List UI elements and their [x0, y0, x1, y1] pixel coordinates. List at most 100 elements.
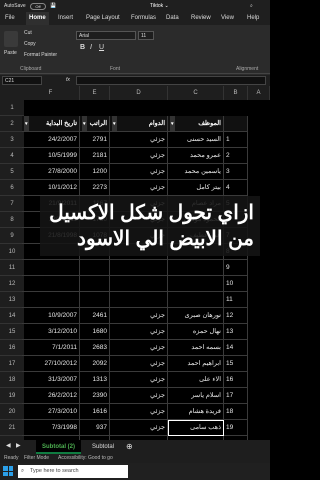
table-cell-name[interactable]: ابراهيم احمد	[168, 356, 224, 372]
table-cell-num[interactable]: 19	[224, 420, 248, 436]
table-cell-name[interactable]: عمرو محمد	[168, 148, 224, 164]
table-cell-date[interactable]: 10/5/1999	[22, 148, 80, 164]
table-cell-name[interactable]: ذهب سامى	[168, 420, 224, 436]
table-cell-shift[interactable]: جزئي	[110, 372, 168, 388]
row-header[interactable]: 9	[0, 228, 24, 244]
table-cell-num[interactable]: 11	[224, 292, 248, 308]
table-cell-salary[interactable]: 1616	[80, 404, 110, 420]
table-cell-shift[interactable]	[110, 276, 168, 292]
table-cell-shift[interactable]: جزئي	[110, 164, 168, 180]
table-header-num[interactable]	[224, 116, 248, 132]
table-cell-name[interactable]	[168, 292, 224, 308]
table-cell-date[interactable]: 27/8/2000	[22, 164, 80, 180]
table-cell-salary[interactable]: 2273	[80, 180, 110, 196]
table-cell-num[interactable]: 10	[224, 276, 248, 292]
table-cell-name[interactable]: بسمه احمد	[168, 340, 224, 356]
column-header-b[interactable]: B	[224, 86, 248, 100]
table-cell-salary[interactable]: 937	[80, 420, 110, 436]
table-cell-shift[interactable]: جزئي	[110, 404, 168, 420]
table-cell-date[interactable]	[22, 260, 80, 276]
row-header[interactable]: 8	[0, 212, 24, 228]
table-cell-date[interactable]: 26/2/2012	[22, 388, 80, 404]
windows-start-icon[interactable]	[3, 466, 13, 476]
table-cell-num[interactable]: 17	[224, 388, 248, 404]
table-cell-shift[interactable]: جزئي	[110, 420, 168, 436]
tab-home[interactable]: Home	[26, 12, 49, 25]
row-header[interactable]: 21	[0, 420, 24, 436]
tab-insert[interactable]: Insert	[55, 12, 76, 25]
row-header[interactable]: 14	[0, 308, 24, 324]
table-cell-num[interactable]: 4	[224, 180, 248, 196]
status-accessibility[interactable]: Accessibility: Good to go	[58, 455, 113, 461]
table-cell-num[interactable]: 14	[224, 340, 248, 356]
table-header-shift[interactable]: ▾ الدوام	[110, 116, 168, 132]
select-all-corner[interactable]	[0, 86, 24, 100]
tab-scroll-left-icon[interactable]: ◀	[6, 442, 11, 449]
row-header[interactable]: 4	[0, 148, 24, 164]
paste-button[interactable]: Paste	[4, 50, 17, 56]
font-name-select[interactable]: Arial	[76, 31, 136, 40]
worksheet-grid[interactable]: ABCDEF1234567891011121314151617181920212…	[0, 86, 270, 440]
table-cell-name[interactable]	[168, 276, 224, 292]
filter-dropdown-icon[interactable]: ▾	[24, 116, 29, 131]
table-cell-shift[interactable]: جزئي	[110, 356, 168, 372]
table-cell-name[interactable]: ياسمين محمد	[168, 164, 224, 180]
table-cell-name[interactable]	[168, 260, 224, 276]
table-cell-date[interactable]: 24/2/2007	[22, 132, 80, 148]
tab-review[interactable]: Review	[188, 12, 214, 25]
table-cell-shift[interactable]: جزئي	[110, 388, 168, 404]
column-header-f[interactable]: F	[22, 86, 80, 100]
paste-icon[interactable]	[4, 31, 18, 47]
table-cell-date[interactable]: 10/1/2012	[22, 180, 80, 196]
row-header[interactable]: 5	[0, 164, 24, 180]
table-cell-name[interactable]: فريدة هشام	[168, 404, 224, 420]
table-cell-date[interactable]: 27/3/2010	[22, 404, 80, 420]
row-header[interactable]: 10	[0, 244, 24, 260]
column-header-a[interactable]: A	[248, 86, 270, 100]
row-header[interactable]: 1	[0, 100, 24, 116]
row-header[interactable]: 17	[0, 356, 24, 372]
table-cell-num[interactable]: 9	[224, 260, 248, 276]
row-header[interactable]: 11	[0, 260, 24, 276]
filter-dropdown-icon[interactable]: ▾	[170, 116, 175, 131]
table-cell-date[interactable]: 7/1/2011	[22, 340, 80, 356]
row-header[interactable]: 16	[0, 340, 24, 356]
tab-help[interactable]: Help	[244, 12, 262, 25]
table-cell-shift[interactable]: جزئي	[110, 340, 168, 356]
table-cell-name[interactable]: بيتر كامل	[168, 180, 224, 196]
tab-data[interactable]: Data	[163, 12, 182, 25]
table-cell-name[interactable]: اسلام ياسر	[168, 388, 224, 404]
taskbar-search-input[interactable]: ⌕ Type here to search	[18, 465, 128, 478]
table-cell-shift[interactable]: جزئي	[110, 132, 168, 148]
table-header-date[interactable]: ▾ تاريخ البداية	[22, 116, 80, 132]
tab-file[interactable]: File	[2, 12, 18, 25]
column-header-d[interactable]: D	[110, 86, 168, 100]
table-cell-salary[interactable]: 2683	[80, 340, 110, 356]
save-icon[interactable]: 💾	[50, 0, 56, 12]
cut-button[interactable]: Cut	[24, 30, 32, 36]
table-cell-date[interactable]: 31/3/2007	[22, 372, 80, 388]
table-cell-shift[interactable]	[110, 292, 168, 308]
table-cell-date[interactable]: 10/9/2007	[22, 308, 80, 324]
table-cell-num[interactable]: 1	[224, 132, 248, 148]
table-cell-num[interactable]: 18	[224, 404, 248, 420]
tab-scroll-right-icon[interactable]: ▶	[16, 442, 21, 449]
table-cell-shift[interactable]: جزئي	[110, 148, 168, 164]
table-cell-shift[interactable]: جزئي	[110, 324, 168, 340]
table-cell-salary[interactable]	[80, 260, 110, 276]
table-cell-salary[interactable]: 2181	[80, 148, 110, 164]
row-header[interactable]: 18	[0, 372, 24, 388]
table-cell-date[interactable]	[22, 276, 80, 292]
row-header[interactable]: 20	[0, 404, 24, 420]
table-cell-date[interactable]: 7/3/1998	[22, 420, 80, 436]
row-header[interactable]: 15	[0, 324, 24, 340]
table-cell-date[interactable]	[22, 292, 80, 308]
row-header[interactable]: 19	[0, 388, 24, 404]
copy-button[interactable]: Copy	[24, 41, 36, 47]
table-cell-salary[interactable]	[80, 276, 110, 292]
table-cell-date[interactable]: 3/12/2010	[22, 324, 80, 340]
table-cell-num[interactable]: 16	[224, 372, 248, 388]
table-cell-name[interactable]: نهال حمزه	[168, 324, 224, 340]
table-header-salary[interactable]: ▾ الراتب	[80, 116, 110, 132]
table-cell-shift[interactable]: جزئي	[110, 180, 168, 196]
